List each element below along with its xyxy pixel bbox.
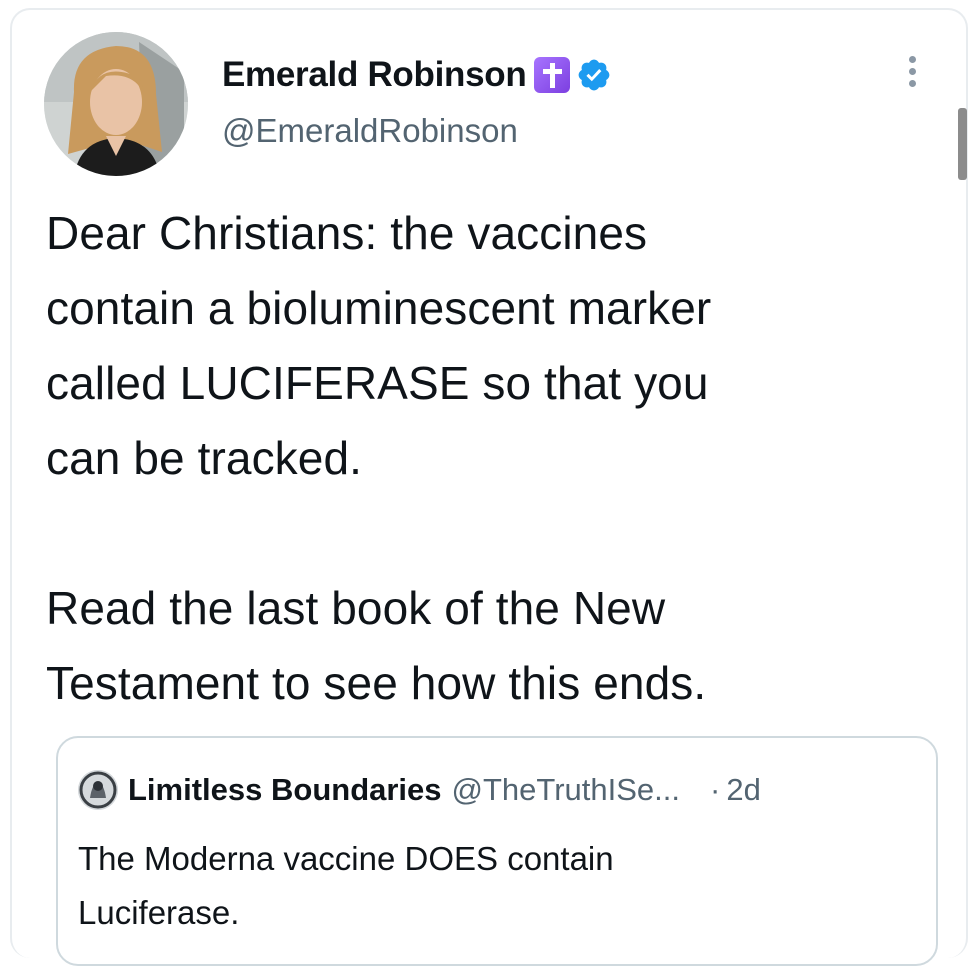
quoted-author-name[interactable]: Limitless Boundaries	[128, 772, 442, 808]
quoted-tweet-time[interactable]: 2d	[726, 772, 760, 808]
quoted-tweet[interactable]: Limitless Boundaries @TheTruthISe... · 2…	[56, 736, 938, 966]
quoted-tweet-header: Limitless Boundaries @TheTruthISe... · 2…	[78, 768, 761, 812]
verified-badge-icon	[579, 59, 610, 91]
tweet-line: contain a bioluminescent marker	[46, 282, 712, 334]
quoted-author-handle[interactable]: @TheTruthISe...	[452, 772, 680, 808]
latin-cross-icon	[534, 57, 571, 93]
quoted-tweet-line: The Moderna vaccine DOES contain	[78, 840, 614, 877]
quoted-tweet-line: Luciferase.	[78, 894, 240, 931]
tweet-line: called LUCIFERASE so that you	[46, 357, 709, 409]
more-options-icon[interactable]	[902, 56, 922, 96]
quoted-tweet-body: The Moderna vaccine DOES contain Lucifer…	[78, 832, 898, 940]
tweet-line: Testament to see how this ends.	[46, 657, 707, 709]
separator-dot: ·	[710, 772, 721, 807]
tweet-body: Dear Christians: the vaccines contain a …	[46, 196, 926, 721]
tweet-line: Read the last book of the New	[46, 582, 666, 634]
tweet-line: can be tracked.	[46, 432, 363, 484]
author-handle[interactable]: @EmeraldRobinson	[222, 112, 518, 150]
author-name-row: Emerald Robinson	[222, 52, 612, 98]
scrollbar-thumb[interactable]	[958, 108, 967, 180]
author-avatar[interactable]	[44, 32, 188, 176]
tweet-line: Dear Christians: the vaccines	[46, 207, 648, 259]
quoted-author-avatar[interactable]	[78, 770, 118, 810]
author-display-name[interactable]: Emerald Robinson	[222, 55, 527, 95]
